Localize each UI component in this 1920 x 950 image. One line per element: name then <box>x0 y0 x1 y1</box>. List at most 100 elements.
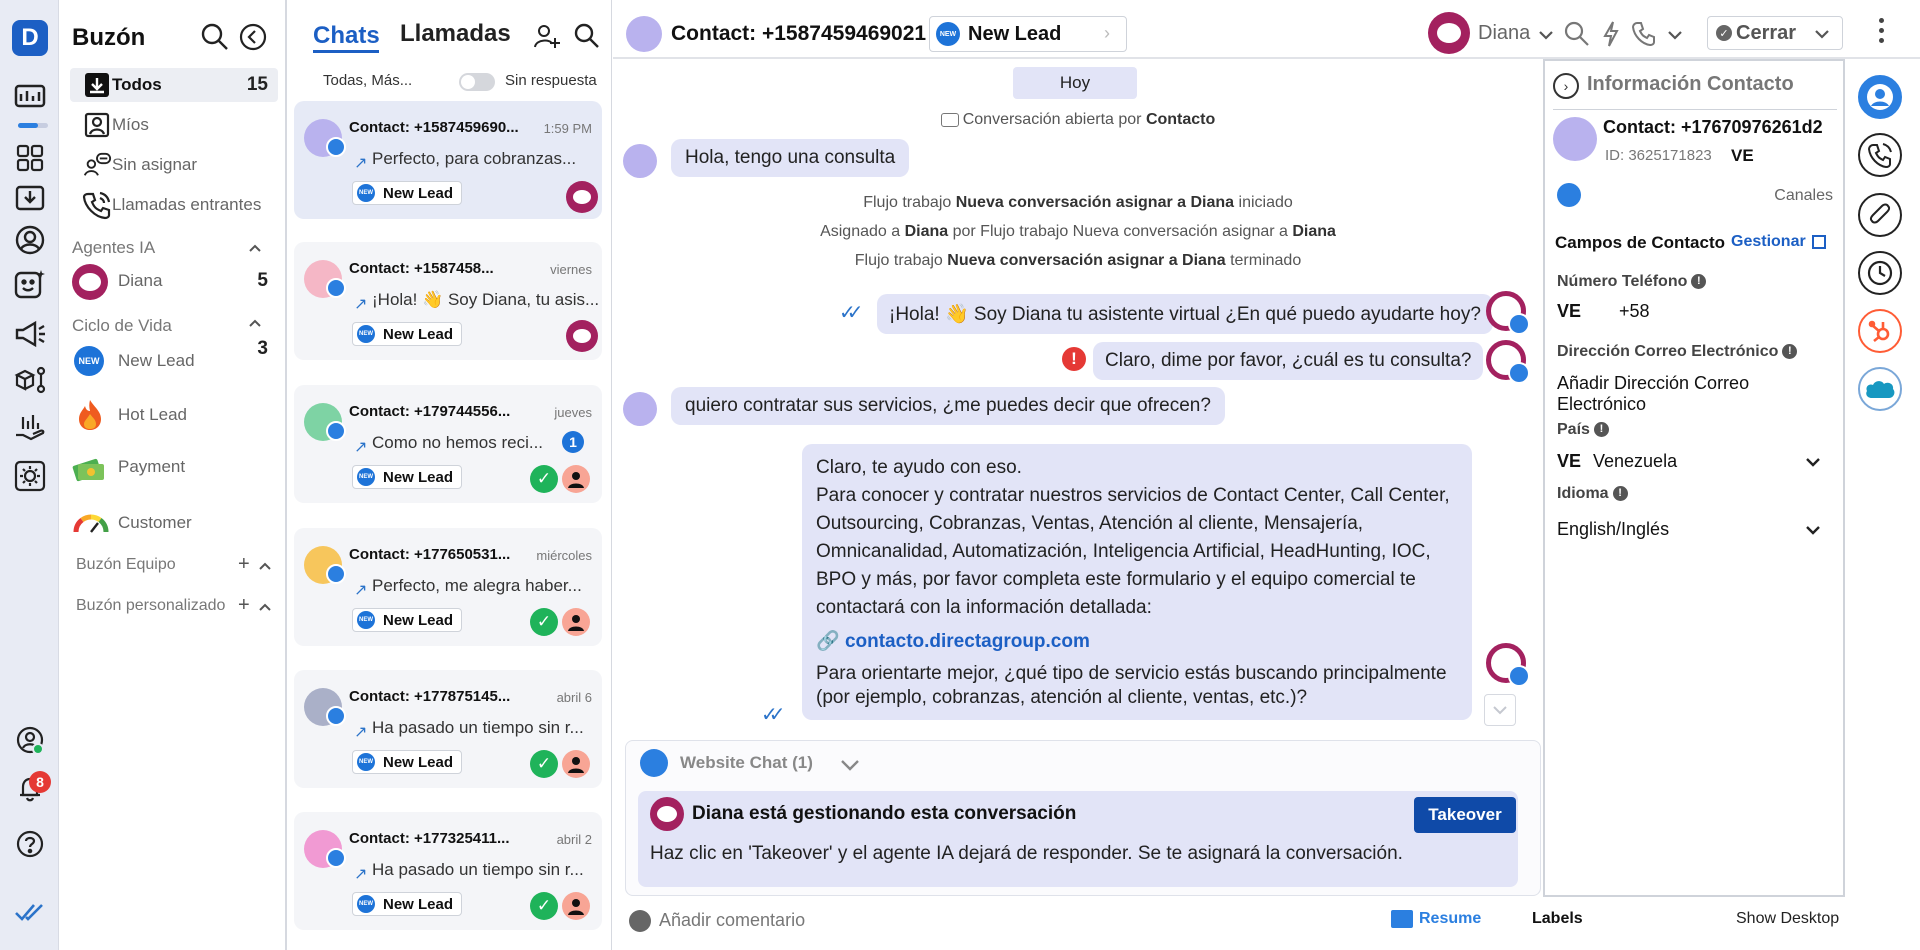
inbox-item-sin-asignar[interactable]: Sin asignar <box>70 148 278 182</box>
chevron-up-icon[interactable] <box>258 602 272 612</box>
dashboard-icon[interactable] <box>12 78 48 114</box>
chevron-down-icon[interactable] <box>1667 30 1683 40</box>
history-clock-icon[interactable] <box>1858 251 1902 295</box>
takeover-button[interactable]: Takeover <box>1414 797 1516 833</box>
assignee-name[interactable]: Diana <box>1478 22 1530 45</box>
salesforce-cloud-icon[interactable] <box>1858 367 1902 411</box>
attachment-clip-icon[interactable] <box>1858 193 1902 237</box>
ai-bot-icon[interactable] <box>12 266 48 302</box>
chevron-up-icon[interactable] <box>248 243 262 253</box>
lifecycle-customer[interactable]: Customer <box>70 506 278 540</box>
resume-button[interactable]: Resume <box>1391 910 1481 928</box>
contact-title[interactable]: Contact: +1587459469021 <box>671 22 926 46</box>
more-options-icon[interactable] <box>1879 18 1885 43</box>
contact-profile-icon[interactable] <box>1858 75 1902 119</box>
chat-card[interactable]: Contact: +179744556... jueves ↗ Como no … <box>294 385 602 503</box>
chevron-up-icon[interactable] <box>258 561 272 571</box>
resolved-check-icon: ✓ <box>530 608 558 636</box>
filter-dropdown[interactable]: Todas, Más... <box>323 72 412 89</box>
contact-avatar <box>626 16 662 52</box>
chat-card-preview: Ha pasado un tiempo sin r... <box>372 718 584 737</box>
double-check-icon[interactable] <box>12 894 48 930</box>
collapse-back-icon[interactable] <box>238 22 268 52</box>
lifecycle-hot-lead[interactable]: Hot Lead <box>70 398 278 432</box>
integrations-icon[interactable] <box>12 362 48 398</box>
inbox-item-mios[interactable]: Míos <box>70 108 278 142</box>
inbox-tray-icon[interactable] <box>12 180 48 216</box>
chevron-down-icon <box>1806 458 1820 467</box>
country-select[interactable]: VE Venezuela <box>1557 449 1829 475</box>
add-custom-inbox-button[interactable]: + <box>238 594 250 617</box>
lifecycle-payment[interactable]: Payment <box>70 450 278 484</box>
lifecycle-section[interactable]: Ciclo de Vida <box>72 316 172 336</box>
inbox-item-llamadas[interactable]: Llamadas entrantes <box>70 188 278 222</box>
chat-card[interactable]: Contact: +1587458... viernes ↗ ¡Hola! 👋 … <box>294 242 602 360</box>
call-history-icon[interactable] <box>1858 133 1902 177</box>
new-contact-icon[interactable] <box>533 22 561 50</box>
collapse-panel-icon[interactable]: › <box>1553 73 1579 99</box>
lightning-icon[interactable] <box>1601 20 1621 48</box>
scroll-down-button[interactable] <box>1484 694 1516 726</box>
phone-country[interactable]: VE <box>1557 301 1581 322</box>
megaphone-icon[interactable] <box>12 316 48 352</box>
hubspot-icon[interactable] <box>1858 309 1902 353</box>
comment-icon <box>629 910 651 932</box>
settings-gear-icon[interactable] <box>12 458 48 494</box>
add-team-inbox-button[interactable]: + <box>238 553 250 576</box>
msg-link[interactable]: contacto.directagroup.com <box>845 631 1090 652</box>
lifecycle-tag[interactable]: NEW New Lead <box>352 465 463 489</box>
close-conversation-button[interactable]: ✓ Cerrar <box>1707 16 1843 50</box>
help-icon[interactable] <box>12 826 48 862</box>
chat-card[interactable]: Contact: +177875145... abril 6 ↗ Ha pasa… <box>294 670 602 788</box>
no-reply-toggle[interactable] <box>459 73 495 91</box>
manage-fields-link[interactable]: Gestionar <box>1731 233 1826 251</box>
app-logo[interactable]: D <box>12 20 48 56</box>
custom-inbox-section[interactable]: Buzón personalizado <box>76 597 225 615</box>
search-icon[interactable] <box>1563 20 1591 48</box>
hand-chart-icon[interactable] <box>12 410 48 446</box>
ai-agent-diana[interactable]: Diana 5 <box>70 264 278 300</box>
chat-card[interactable]: Contact: +177650531... miércoles ↗ Perfe… <box>294 528 602 646</box>
lifecycle-tag[interactable]: NEW New Lead <box>352 892 463 916</box>
language-select[interactable]: English/Inglés <box>1557 517 1829 543</box>
comment-input[interactable]: Añadir comentario <box>659 910 805 931</box>
lifecycle-stage-dropdown[interactable]: NEW New Lead › <box>929 16 1127 52</box>
phone-field-label: Número Teléfono! <box>1557 273 1707 291</box>
chevron-down-icon[interactable] <box>1538 30 1554 40</box>
chat-card[interactable]: Contact: +177325411... abril 2 ↗ Ha pasa… <box>294 812 602 930</box>
channels-label[interactable]: Canales <box>1774 187 1833 205</box>
chevron-down-icon[interactable] <box>840 759 860 771</box>
inbox-item-todos[interactable]: Todos 15 <box>70 68 278 102</box>
webchat-channel-icon <box>326 278 346 298</box>
ai-agents-section[interactable]: Agentes IA <box>72 238 155 258</box>
lifecycle-tag[interactable]: NEW New Lead <box>352 181 463 205</box>
chat-card[interactable]: Contact: +1587459690... 1:59 PM ↗ Perfec… <box>294 101 602 219</box>
lifecycle-tag[interactable]: NEW New Lead <box>352 750 463 774</box>
channel-label[interactable]: Website Chat (1) <box>680 753 813 773</box>
link-row[interactable]: 🔗 contacto.directagroup.com <box>816 628 1458 656</box>
search-icon[interactable] <box>200 22 230 52</box>
tab-active-underline <box>313 50 379 53</box>
error-alert-icon[interactable]: ! <box>1062 347 1086 371</box>
lifecycle-tag[interactable]: NEW New Lead <box>352 608 463 632</box>
assignee-bot-avatar[interactable] <box>1428 12 1470 54</box>
team-inbox-section[interactable]: Buzón Equipo <box>76 556 176 574</box>
phone-icon[interactable] <box>1631 20 1657 46</box>
manage-label: Gestionar <box>1731 233 1806 250</box>
chevron-up-icon[interactable] <box>248 318 262 328</box>
tab-calls[interactable]: Llamadas <box>400 20 511 48</box>
apps-grid-icon[interactable] <box>12 140 48 176</box>
chat-card-preview: Perfecto, para cobranzas... <box>372 149 577 168</box>
show-desktop-link[interactable]: Show Desktop <box>1736 910 1839 928</box>
email-input[interactable]: Añadir Dirección Correo Electrónico <box>1557 373 1843 415</box>
tab-chats[interactable]: Chats <box>313 22 380 50</box>
phone-input[interactable]: +58 <box>1619 301 1650 322</box>
lifecycle-new-lead[interactable]: NEW New Lead 3 <box>70 338 278 378</box>
labels-tab[interactable]: Labels <box>1532 910 1583 928</box>
user-status-icon[interactable] <box>12 722 48 758</box>
lifecycle-tag[interactable]: NEW New Lead <box>352 322 463 346</box>
contacts-icon[interactable] <box>12 222 48 258</box>
notification-count-badge: 8 <box>29 771 51 793</box>
search-chats-icon[interactable] <box>573 22 601 50</box>
ai-handling-banner: Diana está gestionando esta conversación… <box>638 791 1518 887</box>
